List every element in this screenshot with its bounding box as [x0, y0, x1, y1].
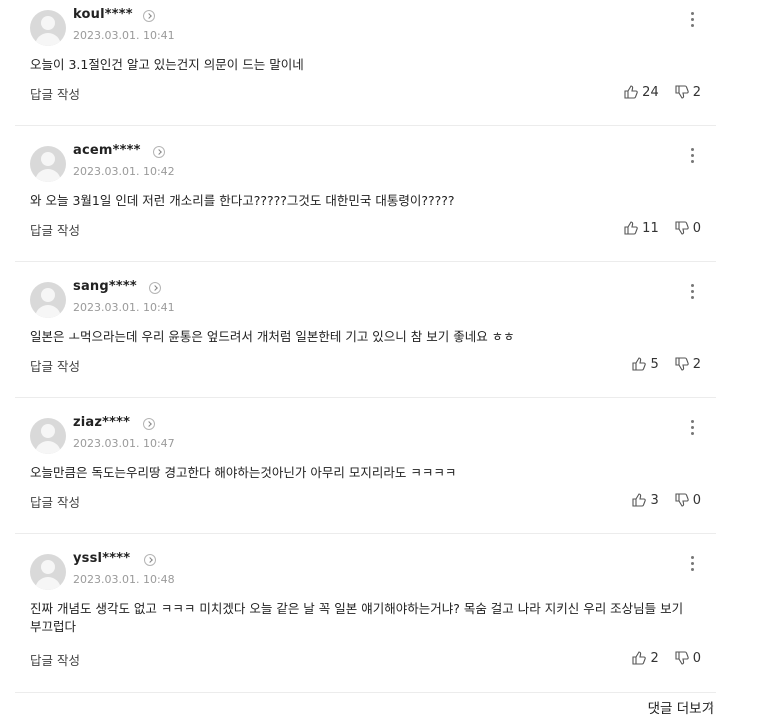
profile-link-icon[interactable] — [153, 146, 165, 158]
comment-text: 오늘만큼은 독도는우리땅 경고한다 해야하는것아닌가 아무리 모지리라도 ㅋㅋㅋ… — [30, 465, 457, 480]
reply-button[interactable]: 답글 작성 — [30, 492, 80, 511]
thumbs-up-icon[interactable] — [632, 493, 647, 507]
like-count: 3 — [650, 492, 659, 508]
comment-item: acem**** 2023.03.01. 10:42 와 오늘 3월1일 인데 … — [15, 136, 716, 262]
comment-date: 2023.03.01. 10:48 — [73, 573, 175, 586]
reaction-bar: 2 0 — [632, 649, 701, 667]
comment-date: 2023.03.01. 10:42 — [73, 165, 175, 178]
like-count: 2 — [650, 650, 659, 666]
reply-button[interactable]: 답글 작성 — [30, 356, 80, 375]
reaction-bar: 24 2 — [624, 83, 701, 101]
comment-item: yssl**** 2023.03.01. 10:48 진짜 개념도 생각도 없고… — [15, 544, 716, 693]
profile-link-icon[interactable] — [143, 10, 155, 22]
comment-text: 와 오늘 3월1일 인데 저런 개소리를 한다고?????그것도 대한민국 대통… — [30, 193, 455, 208]
comment-text: 오늘이 3.1절인건 알고 있는건지 의문이 드는 말이네 — [30, 57, 304, 72]
comment-username[interactable]: acem**** — [73, 143, 141, 158]
comment-item: koul**** 2023.03.01. 10:41 오늘이 3.1절인건 알고… — [15, 0, 716, 126]
thumbs-down-icon[interactable] — [675, 651, 689, 665]
comment-list: koul**** 2023.03.01. 10:41 오늘이 3.1절인건 알고… — [15, 0, 716, 693]
dislike-count: 0 — [692, 492, 701, 508]
thumbs-down-icon[interactable] — [675, 85, 689, 99]
dislike-count: 2 — [692, 356, 701, 372]
dislike-count: 2 — [692, 84, 701, 100]
more-vertical-icon[interactable] — [686, 284, 698, 302]
dislike-count: 0 — [692, 220, 701, 236]
comment-date: 2023.03.01. 10:41 — [73, 29, 175, 42]
more-vertical-icon[interactable] — [686, 148, 698, 166]
reaction-bar: 5 2 — [632, 355, 701, 373]
reaction-bar: 11 0 — [624, 219, 701, 237]
more-vertical-icon[interactable] — [686, 420, 698, 438]
comment-item: sang**** 2023.03.01. 10:41 일본은 ㅗ먹으라는데 우리… — [15, 272, 716, 398]
comment-text: 진짜 개념도 생각도 없고 ㅋㅋㅋ 미치겠다 오늘 같은 날 꼭 일본 얘기해야… — [30, 601, 684, 634]
profile-link-icon[interactable] — [143, 418, 155, 430]
like-count: 24 — [642, 84, 659, 100]
avatar[interactable] — [30, 10, 66, 46]
thumbs-up-icon[interactable] — [632, 651, 647, 665]
comment-username[interactable]: ziaz**** — [73, 415, 130, 430]
like-count: 11 — [642, 220, 659, 236]
thumbs-down-icon[interactable] — [675, 357, 689, 371]
thumbs-up-icon[interactable] — [624, 85, 638, 99]
avatar[interactable] — [30, 146, 66, 182]
reaction-bar: 3 0 — [632, 491, 701, 509]
reply-button[interactable]: 답글 작성 — [30, 220, 80, 239]
thumbs-up-icon[interactable] — [624, 221, 638, 235]
reply-button[interactable]: 답글 작성 — [30, 84, 80, 103]
avatar[interactable] — [30, 418, 66, 454]
avatar[interactable] — [30, 282, 66, 318]
like-count: 5 — [650, 356, 659, 372]
comment-date: 2023.03.01. 10:47 — [73, 437, 175, 450]
profile-link-icon[interactable] — [149, 282, 161, 294]
comment-username[interactable]: yssl**** — [73, 551, 130, 566]
more-vertical-icon[interactable] — [686, 556, 698, 574]
profile-link-icon[interactable] — [144, 554, 156, 566]
avatar[interactable] — [30, 554, 66, 590]
comment-username[interactable]: koul**** — [73, 7, 133, 22]
comment-date: 2023.03.01. 10:41 — [73, 301, 175, 314]
more-comments-button[interactable]: 댓글 더보기 — [648, 697, 714, 717]
dislike-count: 0 — [692, 650, 701, 666]
comment-text: 일본은 ㅗ먹으라는데 우리 윤통은 엎드려서 개처럼 일본한테 기고 있으니 참… — [30, 329, 515, 344]
comment-username[interactable]: sang**** — [73, 279, 137, 294]
comment-item: ziaz**** 2023.03.01. 10:47 오늘만큼은 독도는우리땅 … — [15, 408, 716, 534]
thumbs-down-icon[interactable] — [675, 221, 689, 235]
thumbs-up-icon[interactable] — [632, 357, 647, 371]
thumbs-down-icon[interactable] — [675, 493, 689, 507]
more-vertical-icon[interactable] — [686, 12, 698, 30]
reply-button[interactable]: 답글 작성 — [30, 650, 80, 669]
